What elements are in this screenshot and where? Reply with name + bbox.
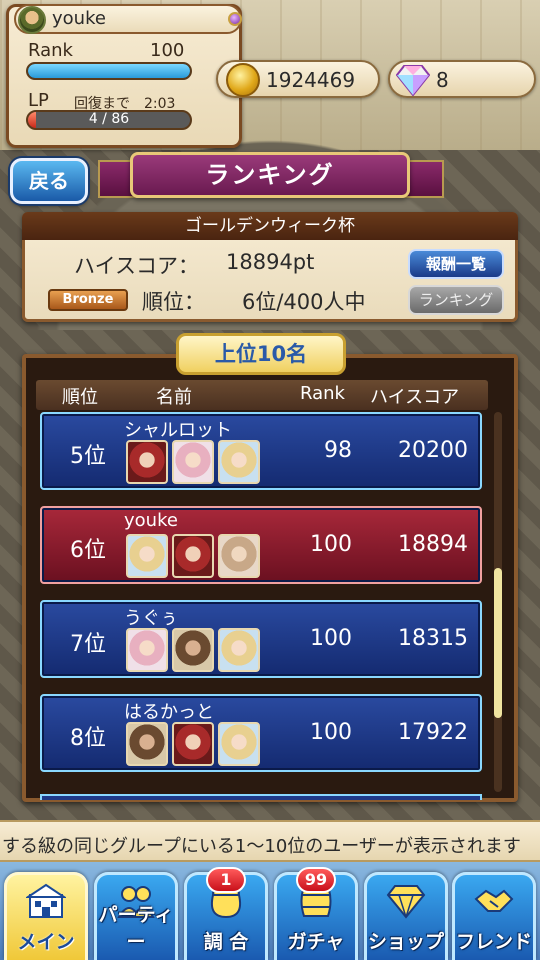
player-name-bar[interactable] bbox=[14, 4, 242, 34]
info-ticker: する級の同じグループにいる1〜10位のユーザーが表示されます bbox=[0, 820, 540, 862]
character-portrait-red bbox=[172, 534, 214, 578]
lp-label: LP bbox=[28, 90, 49, 111]
player-name: youke bbox=[52, 8, 106, 29]
character-portrait-pink bbox=[126, 628, 168, 672]
nav-label: 調 合 bbox=[203, 931, 249, 953]
event-name: ゴールデンウィーク杯 bbox=[22, 212, 518, 240]
position-label: 順位： bbox=[142, 290, 205, 314]
next-row-edge bbox=[40, 794, 482, 800]
castle-icon bbox=[24, 883, 68, 919]
row-score: 18315 bbox=[398, 626, 468, 651]
lp-value: 4 / 86 bbox=[88, 111, 130, 127]
ranking-row[interactable]: 7位 うぐぅ 100 18315 bbox=[40, 600, 482, 678]
banner-ribbon-right bbox=[404, 160, 444, 198]
highscore-value: 18894pt bbox=[226, 250, 315, 274]
nav-button-6[interactable]: フレンド bbox=[452, 872, 536, 960]
column-position: 順位 bbox=[62, 387, 98, 408]
highscore-label: ハイスコア： bbox=[74, 254, 199, 278]
nav-label: ガチャ bbox=[287, 931, 345, 953]
row-rank: 100 bbox=[310, 720, 352, 745]
coin-value: 1924469 bbox=[266, 68, 356, 92]
row-rank: 98 bbox=[324, 438, 352, 463]
row-player-name: シャルロット bbox=[124, 420, 232, 441]
diamond-icon bbox=[396, 65, 430, 96]
gem-ornament-icon bbox=[228, 12, 242, 26]
top10-tab[interactable]: 上位10名 bbox=[176, 333, 346, 375]
page-title: ランキング bbox=[130, 152, 410, 198]
row-player-name: うぐぅ bbox=[124, 608, 178, 629]
position-value: 6位/400人中 bbox=[242, 290, 366, 314]
character-portrait-tan bbox=[218, 534, 260, 578]
column-rank: Rank bbox=[300, 383, 345, 404]
character-portrait-blonde bbox=[218, 722, 260, 766]
notification-badge: 1 bbox=[206, 867, 246, 893]
row-position: 7位 bbox=[70, 632, 106, 657]
character-portrait-red bbox=[172, 722, 214, 766]
row-position: 5位 bbox=[70, 444, 106, 469]
rank-progress-fill bbox=[28, 64, 190, 78]
nav-button-5[interactable]: ショップ bbox=[364, 872, 448, 960]
shop-diamond-icon bbox=[386, 883, 426, 919]
column-name: 名前 bbox=[156, 387, 192, 408]
row-player-name: はるかっと bbox=[124, 702, 214, 723]
rank-label: Rank bbox=[28, 40, 73, 61]
ranking-row[interactable]: 5位 シャルロット 98 20200 bbox=[40, 412, 482, 490]
ranking-button[interactable]: ランキング bbox=[408, 285, 504, 315]
back-button[interactable]: 戻る bbox=[10, 158, 88, 204]
ranking-row[interactable]: 6位 youke 100 18894 bbox=[40, 506, 482, 584]
rank-progress-bar bbox=[26, 62, 192, 80]
player-avatar[interactable] bbox=[18, 6, 46, 34]
character-portrait-blonde bbox=[126, 534, 168, 578]
nav-button-4[interactable]: ガチャ 99 bbox=[274, 867, 358, 960]
ticker-text: する級の同じグループにいる1〜10位のユーザーが表示されます bbox=[2, 836, 521, 857]
row-score: 20200 bbox=[398, 438, 468, 463]
tier-badge: Bronze bbox=[48, 289, 128, 311]
nav-label: フレンド bbox=[455, 931, 532, 953]
nav-label: メイン bbox=[17, 931, 75, 953]
nav-label: ショップ bbox=[367, 931, 444, 953]
notification-badge: 99 bbox=[296, 867, 336, 893]
nav-button-3[interactable]: 調 合 1 bbox=[184, 867, 268, 960]
row-rank: 100 bbox=[310, 626, 352, 651]
coin-icon bbox=[226, 63, 260, 97]
character-portrait-pink bbox=[172, 440, 214, 484]
row-position: 8位 bbox=[70, 726, 106, 751]
ranking-row[interactable]: 8位 はるかっと 100 17922 bbox=[40, 694, 482, 772]
character-portrait-brown bbox=[126, 722, 168, 766]
row-score: 17922 bbox=[398, 720, 468, 745]
character-portrait-blonde bbox=[218, 440, 260, 484]
nav-button-1[interactable]: メイン bbox=[4, 872, 88, 960]
handshake-icon bbox=[474, 883, 514, 919]
scrollbar-thumb[interactable] bbox=[494, 568, 502, 718]
character-portrait-blonde bbox=[218, 628, 260, 672]
nav-button-2[interactable]: パーティー bbox=[94, 872, 178, 960]
column-highscore: ハイスコア bbox=[370, 387, 460, 408]
row-rank: 100 bbox=[310, 532, 352, 557]
reward-list-button[interactable]: 報酬一覧 bbox=[408, 249, 504, 279]
character-portrait-brown bbox=[172, 628, 214, 672]
row-position: 6位 bbox=[70, 538, 106, 563]
row-score: 18894 bbox=[398, 532, 468, 557]
rank-value: 100 bbox=[150, 40, 185, 61]
nav-label: パーティー bbox=[98, 904, 174, 953]
row-player-name: youke bbox=[124, 510, 178, 531]
gem-value: 8 bbox=[436, 68, 449, 92]
character-portrait-red bbox=[126, 440, 168, 484]
